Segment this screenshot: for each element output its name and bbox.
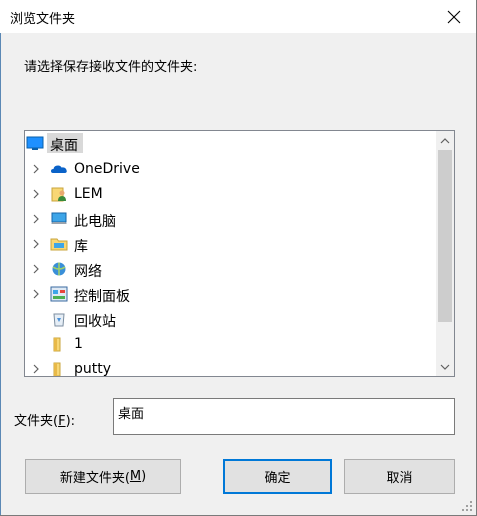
folder-label: 文件夹(F): (14, 414, 76, 429)
scroll-up-button[interactable] (436, 132, 454, 149)
tree-item[interactable]: 回收站 (25, 307, 437, 331)
folder-field[interactable]: 桌面 (113, 398, 455, 435)
this-pc-icon (50, 211, 68, 227)
window-edge (0, 33, 1, 515)
control-panel-icon (50, 286, 68, 302)
folder-tree[interactable]: 桌面 OneDrive LEM 此电脑库网络控制面板回收站 1 putty (24, 130, 455, 377)
network-icon (50, 261, 68, 277)
window-title: 浏览文件夹 (10, 12, 76, 27)
tree-item[interactable]: 控制面板 (25, 282, 437, 306)
tree-item-label: 网络 (74, 264, 102, 280)
chevron-right-icon[interactable] (31, 163, 41, 175)
close-icon (447, 10, 461, 23)
folder-icon (50, 361, 68, 376)
recycle-bin-icon (50, 311, 68, 327)
tree-item[interactable]: putty (25, 357, 437, 377)
close-button[interactable] (432, 0, 476, 33)
chevron-up-icon (440, 137, 450, 143)
chevron-right-icon[interactable] (31, 238, 41, 250)
vertical-scrollbar[interactable] (436, 131, 454, 376)
expand-chevron[interactable] (31, 213, 41, 225)
expand-chevron[interactable] (31, 238, 41, 250)
tree-item-label: 库 (74, 239, 88, 255)
tree-item[interactable]: LEM (25, 182, 437, 206)
chevron-right-icon[interactable] (31, 188, 41, 200)
tree-item-label: 此电脑 (74, 214, 116, 230)
ok-button[interactable]: 确定 (223, 459, 332, 494)
cancel-button[interactable]: 取消 (344, 459, 455, 494)
tree-item-label: 回收站 (74, 314, 116, 330)
expand-chevron[interactable] (31, 163, 41, 175)
chevron-right-icon[interactable] (31, 213, 41, 225)
expand-chevron[interactable] (31, 363, 41, 375)
expand-chevron[interactable] (31, 188, 41, 200)
tree-item[interactable]: 此电脑 (25, 207, 437, 231)
expand-chevron[interactable] (31, 288, 41, 300)
chevron-right-icon[interactable] (31, 363, 41, 375)
library-icon (50, 236, 68, 252)
chevron-right-icon[interactable] (31, 263, 41, 275)
user-folder-icon (50, 186, 68, 202)
prompt-text: 请选择保存接收文件的文件夹: (24, 60, 198, 75)
tree-item-label: 控制面板 (74, 289, 130, 305)
tree-item[interactable]: OneDrive (25, 157, 437, 181)
tree-item[interactable]: 1 (25, 332, 437, 356)
new-folder-button[interactable]: 新建文件夹(M) (25, 459, 181, 494)
tree-item-label: 1 (74, 336, 83, 352)
scroll-down-button[interactable] (436, 358, 454, 375)
onedrive-icon (50, 161, 68, 177)
folder-icon (50, 336, 68, 352)
tree-item-label: OneDrive (74, 161, 140, 177)
tree-item-label: 桌面 (50, 138, 78, 154)
desktop-icon (26, 135, 44, 151)
browse-folder-dialog: 浏览文件夹 请选择保存接收文件的文件夹: 桌面 OneDrive LEM 此电脑库网络… (0, 0, 477, 516)
chevron-right-icon[interactable] (31, 288, 41, 300)
scroll-thumb[interactable] (438, 150, 452, 322)
tree-item-label: putty (74, 361, 112, 377)
tree-item[interactable]: 桌面 (25, 131, 437, 155)
tree-item[interactable]: 网络 (25, 257, 437, 281)
tree-item[interactable]: 库 (25, 232, 437, 256)
title-bar[interactable]: 浏览文件夹 (0, 0, 476, 33)
expand-chevron[interactable] (31, 263, 41, 275)
resize-grip-icon[interactable] (462, 501, 472, 511)
tree-item-label: LEM (74, 186, 103, 202)
chevron-down-icon (440, 364, 450, 370)
